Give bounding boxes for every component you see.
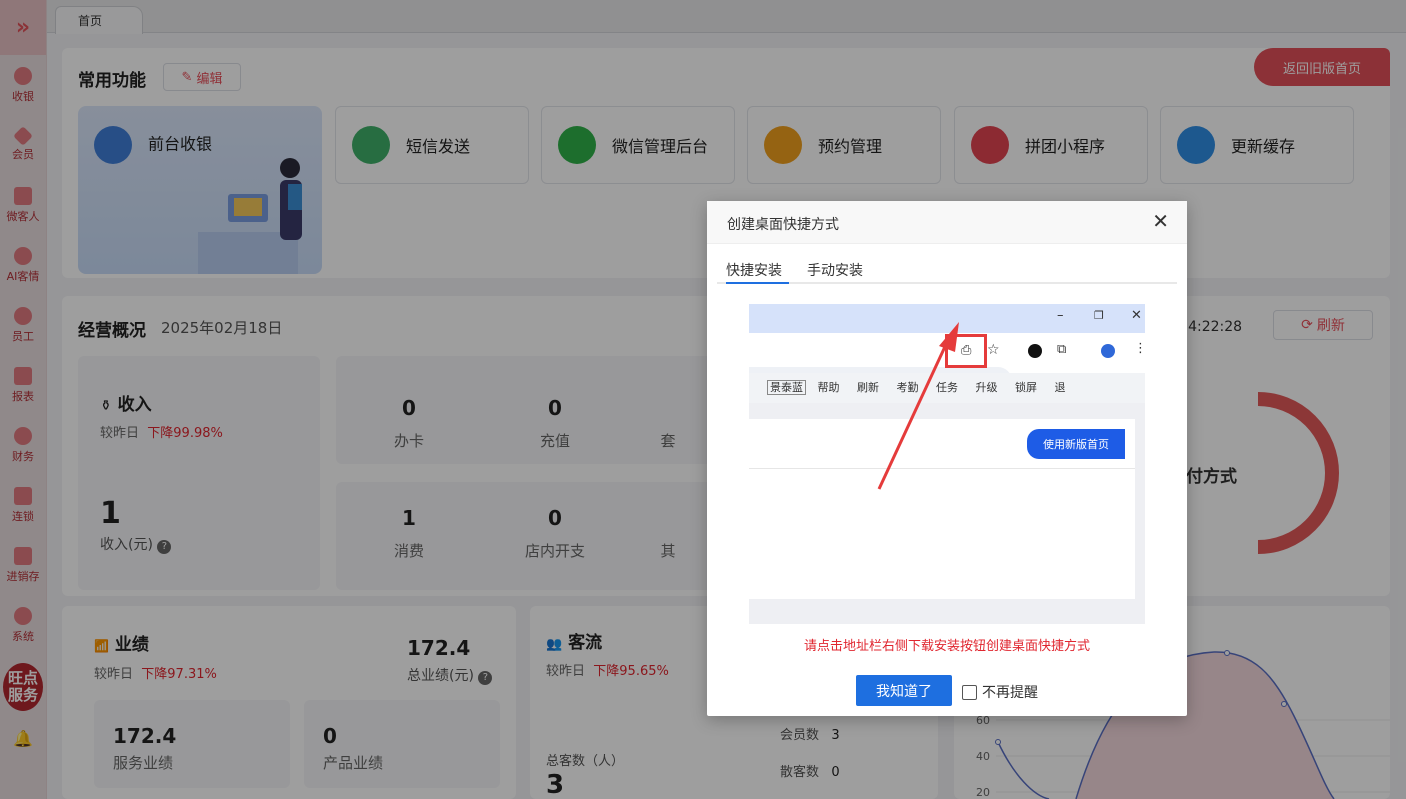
- checkbox-box[interactable]: [962, 684, 977, 700]
- no-remind-checkbox[interactable]: 不再提醒: [962, 682, 1038, 702]
- close-icon[interactable]: ✕: [1152, 211, 1169, 231]
- tab-manual-install[interactable]: 手动安装: [807, 260, 863, 280]
- modal-overlay: [0, 0, 1406, 799]
- ok-button[interactable]: 我知道了: [856, 675, 952, 706]
- pointer-arrow: [877, 322, 959, 490]
- dialog-tabs: 快捷安装 手动安装: [717, 251, 1177, 284]
- dialog-title: 创建桌面快捷方式: [727, 217, 839, 233]
- browser-screenshot-illustration: – ❐ ✕ ⎙ ☆ ⧉ ⋮ 景泰蓝 帮助 刷新 考勤 任务 升级 锁屏 退 使用…: [749, 304, 1145, 624]
- tab-label: 快捷安装: [726, 263, 782, 279]
- dialog-header: 创建桌面快捷方式 ✕: [707, 201, 1187, 244]
- checkbox-label: 不再提醒: [982, 685, 1038, 701]
- tab-quick-install[interactable]: 快捷安装: [726, 260, 789, 284]
- dialog-hint: 请点击地址栏右侧下载安装按钮创建桌面快捷方式: [803, 639, 1090, 654]
- ok-label: 我知道了: [876, 683, 932, 700]
- shortcut-dialog: 创建桌面快捷方式 ✕ 快捷安装 手动安装 – ❐ ✕ ⎙ ☆ ⧉ ⋮ 景泰蓝 帮…: [707, 201, 1187, 716]
- tab-label: 手动安装: [807, 263, 863, 279]
